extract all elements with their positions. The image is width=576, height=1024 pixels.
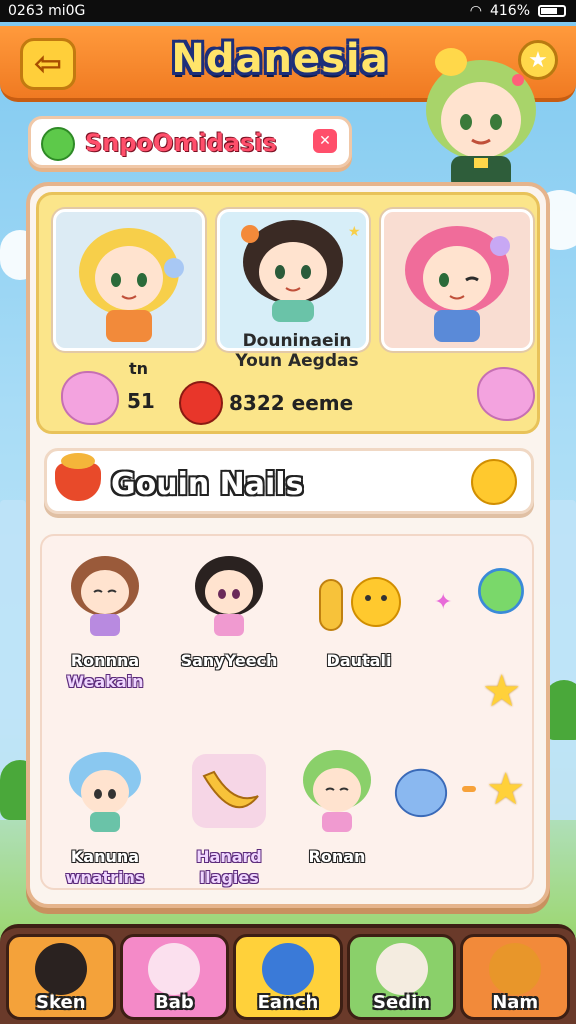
sparkle-icon: ✦ <box>434 590 453 615</box>
grid-item[interactable]: Dautali <box>304 550 414 671</box>
back-button[interactable]: ⇦ <box>20 38 76 90</box>
pink-pet-icon <box>148 943 201 995</box>
grid-item[interactable]: Hanard Ilagies <box>174 746 284 888</box>
nav-item-label: Sken <box>36 992 86 1013</box>
featured-caption-line1: Douninaein <box>242 331 352 351</box>
black-hair-chibi-avatar <box>195 556 263 636</box>
main-panel: ★ Douninaein Youn Aegdas tn 51 8322 eeme… <box>26 182 550 908</box>
nav-item-eanch[interactable]: Eanch <box>233 934 343 1020</box>
svg-text:★: ★ <box>348 224 361 240</box>
grid-item-name: Dautali <box>326 651 392 670</box>
blue-slime-icon <box>394 768 448 818</box>
close-tag-icon[interactable]: ✕ <box>313 129 337 153</box>
grid-item-subname: wnatrins <box>65 868 145 887</box>
bottom-navigation: Sken Bab Eanch Sedin Nam <box>0 924 576 1024</box>
grid-item[interactable]: Ronan <box>282 746 392 867</box>
category-pill-label: SnpoOmidasis <box>85 129 277 157</box>
status-left-text: 0263 mi0G <box>8 3 86 19</box>
checkmark-bear-icon <box>489 943 542 995</box>
category-pill[interactable]: SnpoOmidasis ✕ <box>28 116 352 168</box>
dash-icon <box>462 786 476 792</box>
yellow-star-icon: ★ <box>486 764 526 815</box>
coins-counter: 8322 eeme <box>229 391 354 415</box>
smile-face-icon <box>41 127 75 161</box>
dark-hair-character-avatar: ★ <box>241 220 361 322</box>
green-hair-chibi-avatar <box>303 750 371 832</box>
nav-item-bab[interactable]: Bab <box>119 934 230 1020</box>
battery-icon <box>538 5 566 17</box>
featured-section: ★ Douninaein Youn Aegdas tn 51 8322 eeme <box>36 192 540 434</box>
blue-hat-chibi-avatar <box>69 752 141 832</box>
bear-icon <box>375 943 428 995</box>
building-decoration <box>548 500 576 820</box>
wifi-icon: ◠ <box>469 3 482 19</box>
nav-item-label: Eanch <box>257 992 319 1013</box>
section-title: Gouin Nails <box>111 467 304 502</box>
grid-item-name: Ronnna <box>70 651 140 670</box>
app-title: Ndanesia <box>171 36 389 82</box>
battery-percent: 416% <box>489 3 530 19</box>
brown-hair-chibi-avatar <box>71 556 139 636</box>
nav-item-sedin[interactable]: Sedin <box>346 934 457 1020</box>
nav-item-label: Nam <box>492 992 539 1013</box>
character-card-1[interactable] <box>53 209 205 351</box>
nav-item-nam[interactable]: Nam <box>460 934 570 1020</box>
food-item-icon <box>319 577 401 631</box>
character-grid: Ronnna Weakain SanyYeech Dautali ✦ ★ Kan… <box>40 534 534 890</box>
grid-item-name: SanyYeech <box>180 651 278 670</box>
grid-item-name: Ronan <box>308 847 366 866</box>
nav-item-sken[interactable]: Sken <box>6 934 116 1020</box>
grid-item[interactable]: Kanuna wnatrins <box>50 746 160 888</box>
yellow-star-icon: ★ <box>482 666 522 717</box>
featured-caption-line2: Youn Aegdas <box>235 351 359 371</box>
nav-item-label: Sedin <box>373 992 431 1013</box>
status-bar: 0263 mi0G ◠ 416% <box>0 0 576 22</box>
featured-caption: Douninaein Youn Aegdas <box>217 331 377 371</box>
food-bowl-icon <box>55 453 101 501</box>
mascot-character <box>426 48 536 190</box>
stat-label-1: tn <box>129 359 149 378</box>
grid-item[interactable]: Ronnna Weakain <box>50 550 160 692</box>
green-orb-icon <box>478 568 524 614</box>
nav-item-label: Bab <box>155 992 194 1013</box>
grid-item[interactable]: SanyYeech <box>174 550 284 671</box>
stat-value-1: 51 <box>127 389 155 413</box>
pink-candy-icon <box>61 371 119 425</box>
character-card-3[interactable] <box>381 209 533 351</box>
grid-item-name: Hanard <box>196 847 262 866</box>
pink-candy-icon <box>477 367 535 421</box>
banana-food-icon <box>192 754 266 828</box>
grid-item-name: Kanuna <box>70 847 140 866</box>
section-header[interactable]: Gouin Nails <box>44 448 534 514</box>
back-arrow-icon: ⇦ <box>33 44 63 84</box>
smiley-icon <box>471 459 517 505</box>
character-card-2[interactable]: ★ <box>217 209 369 351</box>
blonde-character-avatar <box>79 228 184 342</box>
heart-gem-icon <box>179 381 223 425</box>
grid-item-subname: Ilagies <box>199 868 259 887</box>
pink-hair-character-avatar <box>405 226 510 342</box>
character-face-icon <box>34 943 87 995</box>
blue-hair-face-icon <box>261 943 314 995</box>
grid-item-subname: Weakain <box>66 672 144 691</box>
